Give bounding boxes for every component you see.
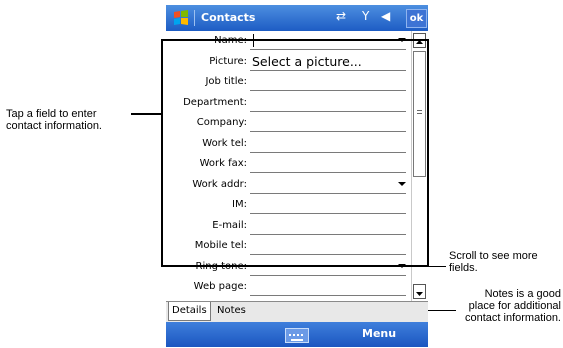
windows-start-icon[interactable] — [172, 9, 190, 27]
ok-button[interactable]: ok — [406, 9, 427, 28]
scroll-down-icon — [416, 292, 423, 296]
scroll-down-button[interactable] — [413, 284, 426, 299]
callout-tap-field: Tap a field to enter contact information… — [6, 108, 102, 132]
callout-scroll-leader — [426, 266, 446, 267]
menu-bar: Menu — [166, 322, 428, 347]
callout-leader-line — [131, 113, 162, 115]
volume-icon[interactable]: ◀︎ — [381, 9, 390, 23]
tab-notes[interactable]: Notes — [214, 302, 249, 320]
connectivity-icon[interactable]: ⇄ — [336, 9, 346, 23]
window-title: Contacts — [201, 11, 256, 24]
field-label: Web page: — [193, 281, 247, 292]
field-input[interactable] — [250, 274, 406, 276]
signal-icon[interactable]: Y — [362, 9, 369, 23]
title-separator — [194, 10, 195, 26]
form-field-row[interactable]: Web page: — [166, 278, 411, 298]
keyboard-keys-icon — [289, 334, 303, 341]
callout-scroll: Scroll to see more fields. — [449, 250, 538, 274]
tab-details[interactable]: Details — [168, 302, 211, 321]
menu-button[interactable]: Menu — [362, 327, 396, 340]
fields-highlight-bracket — [161, 39, 429, 267]
keyboard-icon[interactable] — [285, 328, 309, 343]
tab-bar: Details Notes — [166, 301, 428, 322]
field-input[interactable] — [250, 295, 406, 296]
callout-notes: Notes is a good place for additional con… — [465, 288, 561, 324]
title-bar: Contacts ⇄ Y ◀︎ ok — [166, 5, 428, 31]
